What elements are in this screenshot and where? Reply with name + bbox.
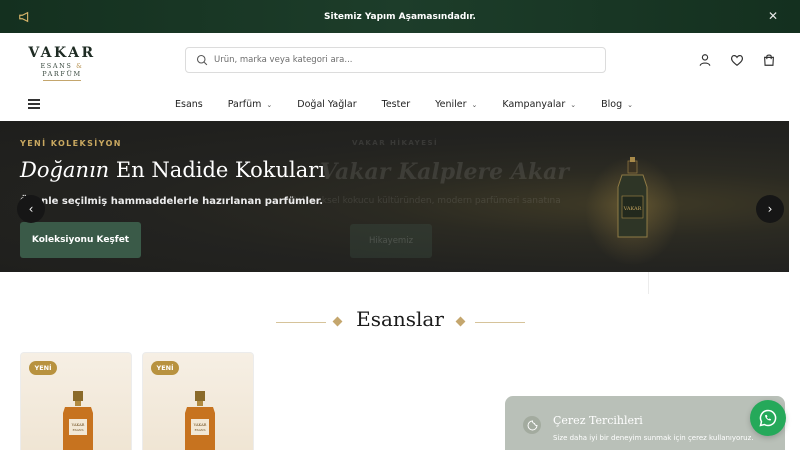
bottle-label: VAKAR xyxy=(193,423,207,427)
new-badge: YENİ xyxy=(29,361,57,375)
divider xyxy=(648,272,649,294)
logo-underline xyxy=(43,80,81,81)
next-slide-subtitle: Geleneksel kokucu kültüründen, modern pa… xyxy=(290,196,561,206)
section-header: Esanslar xyxy=(0,307,800,337)
nav-label: Kampanyalar xyxy=(502,99,566,110)
bottle-label: ESANS xyxy=(72,428,83,432)
close-icon[interactable]: ✕ xyxy=(768,9,778,23)
section-title: Esanslar xyxy=(356,307,444,331)
slider-prev-button[interactable]: ‹ xyxy=(17,195,45,223)
diamond-ornament-icon xyxy=(455,316,466,327)
chevron-right-icon: › xyxy=(767,202,773,216)
search-input[interactable] xyxy=(214,55,594,65)
chevron-down-icon: ⌄ xyxy=(627,100,633,109)
next-slide-button: Hikayemiz xyxy=(350,224,432,258)
nav-label: Doğal Yağlar xyxy=(297,99,357,110)
search-icon xyxy=(196,54,208,66)
logo-tag-right: PARFÜM xyxy=(42,70,82,78)
nav-label: Blog xyxy=(601,99,623,110)
bottle-label: ESANS xyxy=(194,428,205,432)
whatsapp-button[interactable] xyxy=(750,400,786,436)
hero-slider: VAKAR HİKAYESİ Vakar Kalplere Akar Gelen… xyxy=(0,121,789,272)
nav-item-parfum[interactable]: Parfüm ⌄ xyxy=(228,99,273,110)
divider xyxy=(276,322,326,323)
discover-collection-button[interactable]: Koleksiyonu Keşfet xyxy=(20,222,141,258)
logo-tag-amp: & xyxy=(76,62,84,70)
next-slide-title: Vakar Kalplere Akar xyxy=(320,159,569,185)
nav-item-yeniler[interactable]: Yeniler ⌄ xyxy=(435,99,477,110)
bottle-label: VAKAR xyxy=(71,423,85,427)
product-card[interactable]: YENİ VAKAR ESANS xyxy=(142,352,254,450)
nav-label: Tester xyxy=(381,99,411,110)
chevron-down-icon: ⌄ xyxy=(570,100,577,109)
new-badge: YENİ xyxy=(151,361,179,375)
nav-item-tester[interactable]: Tester xyxy=(382,99,410,110)
nav-label: Parfüm xyxy=(227,99,262,110)
hero-eyebrow: YENİ KOLEKSİYON xyxy=(20,139,122,148)
hero-title-rest: En Nadide Kokuları xyxy=(115,158,326,182)
perfume-bottle-image: VAKAR ESANS xyxy=(63,391,93,450)
next-slide-eyebrow: VAKAR HİKAYESİ xyxy=(352,139,439,147)
header-actions xyxy=(698,53,776,67)
user-icon[interactable] xyxy=(698,53,712,67)
main-nav: Esans Parfüm ⌄ Doğal Yağlar Tester Yenile… xyxy=(0,88,800,121)
diamond-ornament-icon xyxy=(332,316,343,327)
megaphone-icon xyxy=(19,11,29,23)
hero-subtitle: Özenle seçilmiş hammaddelerle hazırlanan… xyxy=(20,196,324,207)
nav-label: Yeniler xyxy=(435,99,467,110)
heart-icon[interactable] xyxy=(730,53,744,67)
cookie-icon xyxy=(523,416,541,434)
nav-item-kampanyalar[interactable]: Kampanyalar ⌄ xyxy=(502,99,576,110)
nav-label: Esans xyxy=(175,99,203,110)
perfume-bottle-image: VAKAR ESANS xyxy=(185,391,215,450)
divider xyxy=(475,322,525,323)
menu-icon[interactable] xyxy=(28,99,40,109)
site-logo[interactable]: VAKAR ESANS & PARFÜM xyxy=(19,45,105,81)
nav-item-blog[interactable]: Blog ⌄ xyxy=(601,99,633,110)
logo-tagline: ESANS & PARFÜM xyxy=(19,62,105,78)
cart-icon[interactable] xyxy=(762,53,776,67)
site-header: VAKAR ESANS & PARFÜM xyxy=(0,33,800,88)
nav-list: Esans Parfüm ⌄ Doğal Yağlar Tester Yenile… xyxy=(175,88,633,121)
cookie-title: Çerez Tercihleri xyxy=(553,414,643,427)
bottle-label: VAKAR xyxy=(623,206,642,212)
search-box[interactable] xyxy=(185,47,606,73)
logo-brand: VAKAR xyxy=(28,45,96,61)
slider-next-button[interactable]: › xyxy=(756,195,784,223)
hero-title-em: Doğanın xyxy=(20,158,110,182)
product-card[interactable]: YENİ VAKAR ESANS xyxy=(20,352,132,450)
cookie-text: Size daha iyi bir deneyim sunmak için çe… xyxy=(553,434,754,442)
logo-tag-left: ESANS xyxy=(40,62,73,70)
whatsapp-icon xyxy=(759,409,777,427)
cookie-banner: Çerez Tercihleri Size daha iyi bir deney… xyxy=(505,396,785,450)
perfume-bottle-image: VAKAR xyxy=(585,151,680,271)
nav-item-esans[interactable]: Esans xyxy=(175,99,203,110)
chevron-down-icon: ⌄ xyxy=(266,100,273,109)
nav-item-dogal-yaglar[interactable]: Doğal Yağlar xyxy=(297,99,356,110)
hero-title: Doğanın En Nadide Kokuları xyxy=(20,158,325,182)
announcement-bar: Sitemiz Yapım Aşamasındadır. ✕ xyxy=(0,0,800,33)
chevron-left-icon: ‹ xyxy=(28,202,34,216)
chevron-down-icon: ⌄ xyxy=(471,100,478,109)
announcement-text: Sitemiz Yapım Aşamasındadır. xyxy=(324,11,476,22)
